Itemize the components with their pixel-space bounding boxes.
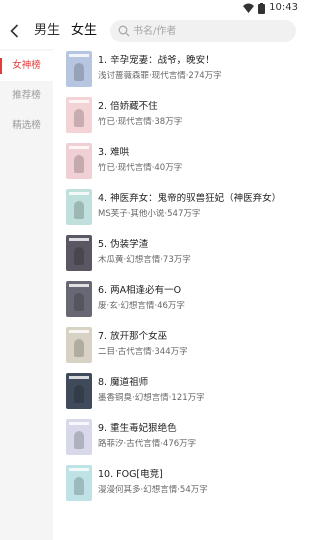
list-item[interactable]: 8. 魔道祖师 墨香铜臭·幻想言情·121万字 <box>53 373 304 419</box>
list-item[interactable]: 4. 神医弃女：鬼帝的驭兽狂妃（神医弃女） MS芙子·其他小说·547万字 <box>53 189 304 235</box>
book-cover[interactable] <box>66 97 92 133</box>
cover-title-mark <box>69 284 89 287</box>
book-cover[interactable] <box>66 327 92 363</box>
book-meta: 木瓜黄·幻想言情·73万字 <box>98 255 191 265</box>
book-title[interactable]: 1. 辛孕宠妻：战爷，晚安！ <box>98 55 298 67</box>
book-title[interactable]: 6. 两A相逢必有一O <box>98 285 298 297</box>
list-item[interactable]: 6. 两A相逢必有一O 废·玄·幻想言情·46万字 <box>53 281 304 327</box>
book-meta: MS芙子·其他小说·547万字 <box>98 209 201 219</box>
cover-title-mark <box>69 238 89 241</box>
tab-female[interactable]: 女生 <box>71 21 97 41</box>
book-cover[interactable] <box>66 51 92 87</box>
cover-figure <box>74 293 84 311</box>
book-cover[interactable] <box>66 143 92 179</box>
cover-title-mark <box>69 330 89 333</box>
clock: 10:43 <box>269 2 298 13</box>
book-cover[interactable] <box>66 235 92 271</box>
list-item[interactable]: 7. 放开那个女巫 二目·古代言情·344万字 <box>53 327 304 373</box>
cover-figure <box>74 385 84 403</box>
cover-figure <box>74 109 84 127</box>
list-item[interactable]: 3. 难哄 竹已·现代言情·40万字 <box>53 143 304 189</box>
list-item[interactable]: 9. 重生毒妃狠绝色 路菲汐·古代言情·476万字 <box>53 419 304 465</box>
cover-figure <box>74 155 84 173</box>
list-item[interactable]: 2. 倍娇藏不住 竹已·现代言情·38万字 <box>53 97 304 143</box>
wifi-icon <box>243 3 255 13</box>
cover-figure <box>74 431 84 449</box>
book-title[interactable]: 7. 放开那个女巫 <box>98 331 298 343</box>
cover-figure <box>74 477 84 495</box>
cover-title-mark <box>69 468 89 471</box>
book-title[interactable]: 4. 神医弃女：鬼帝的驭兽狂妃（神医弃女） <box>98 193 298 205</box>
chevron-left-icon[interactable] <box>6 22 24 40</box>
sidebar-item-goddess[interactable]: 女神榜 <box>0 51 53 81</box>
book-title[interactable]: 3. 难哄 <box>98 147 298 159</box>
cover-title-mark <box>69 100 89 103</box>
search-bar[interactable] <box>110 20 296 42</box>
cover-figure <box>74 63 84 81</box>
sidebar-item-recommend[interactable]: 推荐榜 <box>0 81 53 111</box>
cover-figure <box>74 339 84 357</box>
cover-figure <box>74 247 84 265</box>
tab-male[interactable]: 男生 <box>34 21 60 41</box>
book-meta: 废·玄·幻想言情·46万字 <box>98 301 185 311</box>
status-bar: 10:43 <box>0 0 304 16</box>
cover-title-mark <box>69 146 89 149</box>
sidebar-item-featured[interactable]: 精选榜 <box>0 111 53 141</box>
book-cover[interactable] <box>66 373 92 409</box>
cover-figure <box>74 201 84 219</box>
cover-title-mark <box>69 376 89 379</box>
book-title[interactable]: 2. 倍娇藏不住 <box>98 101 298 113</box>
cover-title-mark <box>69 54 89 57</box>
book-cover[interactable] <box>66 465 92 501</box>
book-cover[interactable] <box>66 189 92 225</box>
book-title[interactable]: 5. 伪装学渣 <box>98 239 298 251</box>
book-meta: 竹已·现代言情·38万字 <box>98 117 183 127</box>
search-icon <box>118 25 130 37</box>
book-title[interactable]: 8. 魔道祖师 <box>98 377 298 389</box>
book-meta: 二目·古代言情·344万字 <box>98 347 188 357</box>
book-meta: 路菲汐·古代言情·476万字 <box>98 439 197 449</box>
top-bar: 男生 女生 <box>0 16 304 46</box>
cover-title-mark <box>69 192 89 195</box>
list-item[interactable]: 1. 辛孕宠妻：战爷，晚安！ 浅讨蔷薇森罪·现代言情·274万字 <box>53 51 304 97</box>
status-icons: 10:43 <box>243 2 298 14</box>
book-title[interactable]: 9. 重生毒妃狠绝色 <box>98 423 298 435</box>
book-meta: 墨香铜臭·幻想言情·121万字 <box>98 393 205 403</box>
list-item[interactable]: 5. 伪装学渣 木瓜黄·幻想言情·73万字 <box>53 235 304 281</box>
list-item[interactable]: 10. FOG[电竞] 漫漫何其多·幻想言情·54万字 <box>53 465 304 511</box>
book-meta: 漫漫何其多·幻想言情·54万字 <box>98 485 208 495</box>
search-input[interactable] <box>133 22 288 40</box>
book-title[interactable]: 10. FOG[电竞] <box>98 469 298 481</box>
book-meta: 浅讨蔷薇森罪·现代言情·274万字 <box>98 71 222 81</box>
book-meta: 竹已·现代言情·40万字 <box>98 163 183 173</box>
ranking-sidebar: 女神榜 推荐榜 精选榜 <box>0 49 53 540</box>
book-cover[interactable] <box>66 419 92 455</box>
cover-title-mark <box>69 422 89 425</box>
book-cover[interactable] <box>66 281 92 317</box>
battery-icon <box>258 2 266 14</box>
